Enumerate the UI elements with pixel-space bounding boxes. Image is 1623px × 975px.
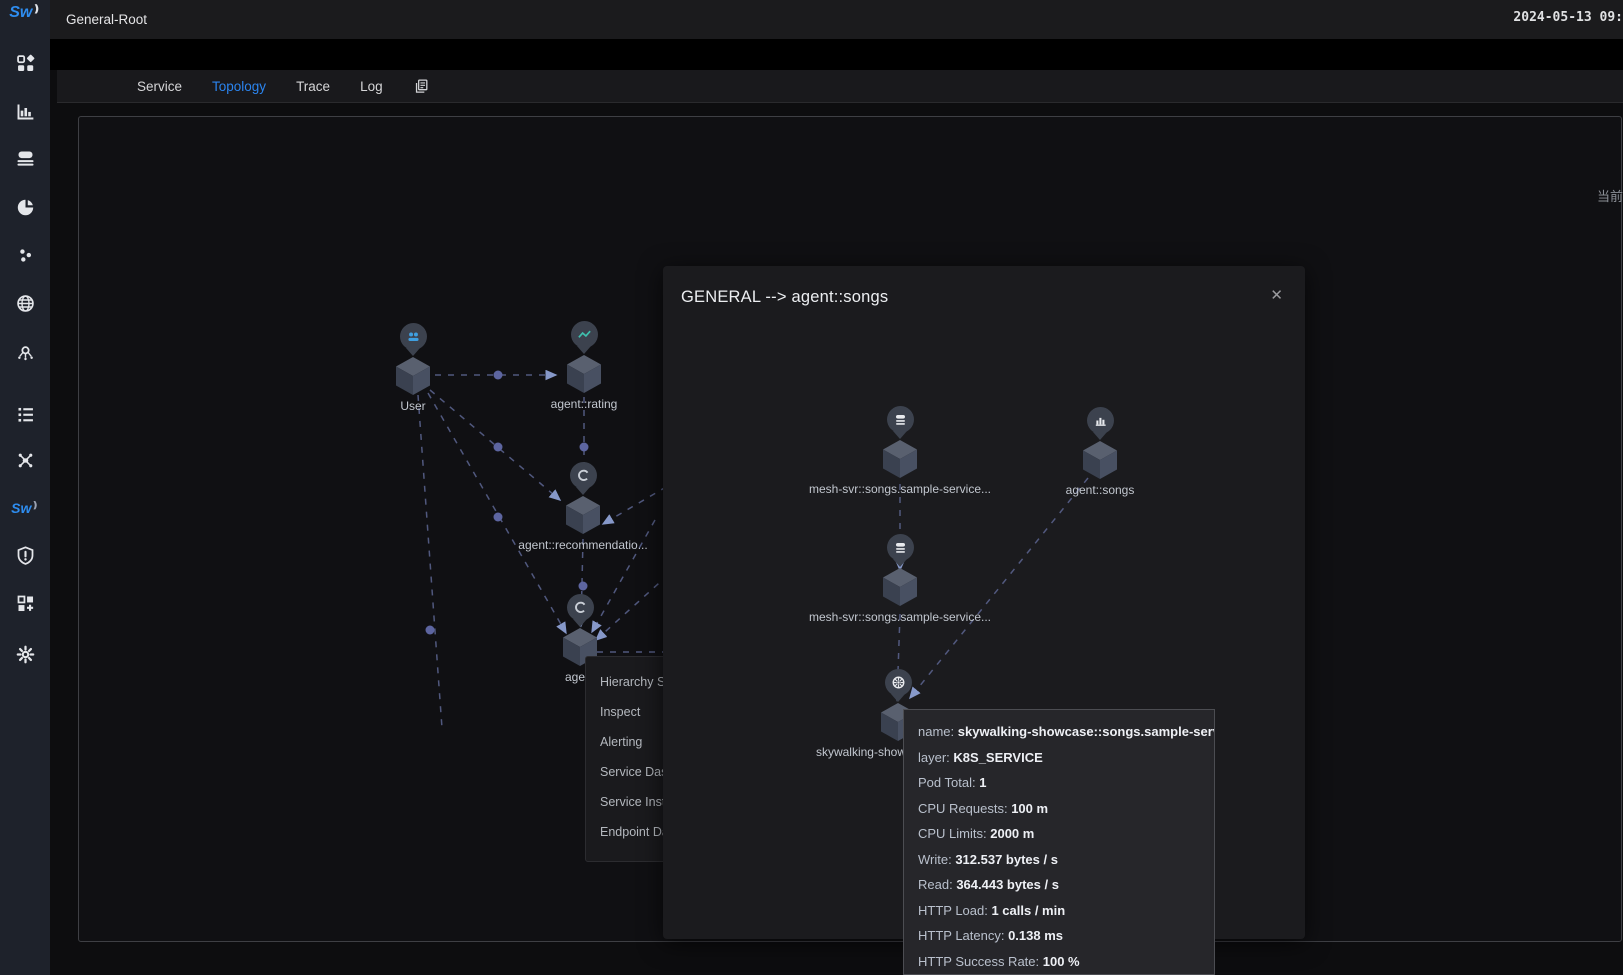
sidebar-item-database[interactable] (0, 145, 50, 171)
node-label: agent::rating (489, 397, 679, 411)
sidebar-item-pie[interactable] (0, 194, 50, 220)
layers-sm-pin-icon (887, 534, 914, 561)
topbar: General-Root 2024-05-13 09: (50, 0, 1623, 39)
service-cube-icon (881, 566, 919, 608)
tooltip-row: HTTP Latency: 0.138 ms (918, 923, 1214, 949)
tooltip-row: Pod Total: 1 (918, 770, 1214, 796)
users-pin-icon (400, 323, 427, 350)
tooltip-row: Read: 364.443 bytes / s (918, 872, 1214, 898)
service-cube-icon (565, 353, 603, 395)
sidebar-item-settings[interactable] (0, 641, 50, 667)
tooltip-row: HTTP Success Rate: 100 % (918, 949, 1214, 975)
sidebar: Sw❫ Sw❫ (0, 0, 50, 975)
dashboard-icon (15, 53, 36, 74)
shield-icon (15, 545, 36, 566)
service-cube-icon (1081, 439, 1119, 481)
barchart-icon (15, 101, 36, 122)
node-metrics-tooltip: name: skywalking-showcase::songs.sample-… (903, 709, 1215, 975)
service-cube-icon (881, 438, 919, 480)
timestamp[interactable]: 2024-05-13 09: (1513, 10, 1623, 25)
database-icon (15, 148, 36, 169)
current-depth-label: 当前 (1597, 186, 1623, 205)
modal-title: GENERAL --> agent::songs (681, 288, 888, 307)
node-label: agent::recommendatio... (488, 538, 678, 552)
export-doc-icon[interactable] (413, 78, 430, 95)
sidebar-item-globe[interactable] (0, 290, 50, 316)
skywalking-active-icon: Sw❫ (11, 500, 39, 516)
header-spacer (50, 39, 1623, 70)
tab-log[interactable]: Log (360, 79, 383, 94)
tabs: Service Topology Trace Log (137, 70, 430, 103)
sidebar-item-dots[interactable] (0, 242, 50, 268)
satellite-icon (15, 342, 36, 363)
sidebar-item-list[interactable] (0, 401, 50, 427)
tooltip-row: name: skywalking-showcase::songs.sample-… (918, 719, 1214, 745)
pie-icon (15, 197, 36, 218)
spark-pin-icon (571, 321, 598, 348)
grid-plus-icon (15, 593, 36, 614)
layers-sm-pin-icon (887, 406, 914, 433)
topology-icon (15, 450, 36, 471)
node-label: mesh-svr::songs.sample-service... (805, 482, 995, 496)
node-label: User (318, 399, 508, 413)
skywalking-app: Sw❫ Sw❫ General-Root 2024-05-13 09: Serv… (0, 0, 1623, 975)
tooltip-row: Write: 312.537 bytes / s (918, 847, 1214, 873)
tooltip-row: layer: K8S_SERVICE (918, 745, 1214, 771)
skywalking-logo[interactable]: Sw❫ (0, 4, 50, 22)
sidebar-item-shield[interactable] (0, 542, 50, 568)
topology-node-agent-recommendation[interactable]: agent::recommendatio... (488, 462, 678, 552)
k8s-pin-icon (885, 669, 912, 696)
node-label: mesh-svr::songs.sample-service... (805, 610, 995, 624)
topology-node-user[interactable]: User (318, 323, 508, 413)
phone-pin-icon (570, 462, 597, 489)
sidebar-item-dashboard[interactable] (0, 50, 50, 76)
service-cube-icon (394, 355, 432, 397)
sidebar-item-skywalking[interactable]: Sw❫ (0, 495, 50, 521)
globe-icon (15, 293, 36, 314)
tab-topology[interactable]: Topology (212, 79, 266, 94)
tab-strip: Service Topology Trace Log (57, 70, 1623, 103)
tooltip-row: CPU Requests: 100 m (918, 796, 1214, 822)
sidebar-item-satellite[interactable] (0, 339, 50, 365)
logo-swoosh: ❫ (32, 4, 40, 15)
topology-node-mesh-svr-songs-mid[interactable]: mesh-svr::songs.sample-service... (805, 534, 995, 624)
phone-pin-icon (567, 594, 594, 621)
sidebar-item-grid-plus[interactable] (0, 590, 50, 616)
tooltip-row: CPU Limits: 2000 m (918, 821, 1214, 847)
chart-sm-pin-icon (1087, 407, 1114, 434)
sidebar-item-barchart[interactable] (0, 98, 50, 124)
close-icon[interactable]: ✕ (1270, 288, 1283, 303)
settings-icon (15, 644, 36, 665)
topology-node-agent-rating[interactable]: agent::rating (489, 321, 679, 411)
topology-node-mesh-svr-songs-top[interactable]: mesh-svr::songs.sample-service... (805, 406, 995, 496)
tab-service[interactable]: Service (137, 79, 182, 94)
page-title: General-Root (66, 12, 147, 27)
list-icon (15, 404, 36, 425)
topology-node-agent-songs[interactable]: agent::songs (1005, 407, 1195, 497)
sidebar-item-topology[interactable] (0, 447, 50, 473)
node-label: agent::songs (1005, 483, 1195, 497)
dots-icon (15, 245, 36, 266)
tab-trace[interactable]: Trace (296, 79, 330, 94)
service-cube-icon (564, 494, 602, 536)
tooltip-row: HTTP Load: 1 calls / min (918, 898, 1214, 924)
